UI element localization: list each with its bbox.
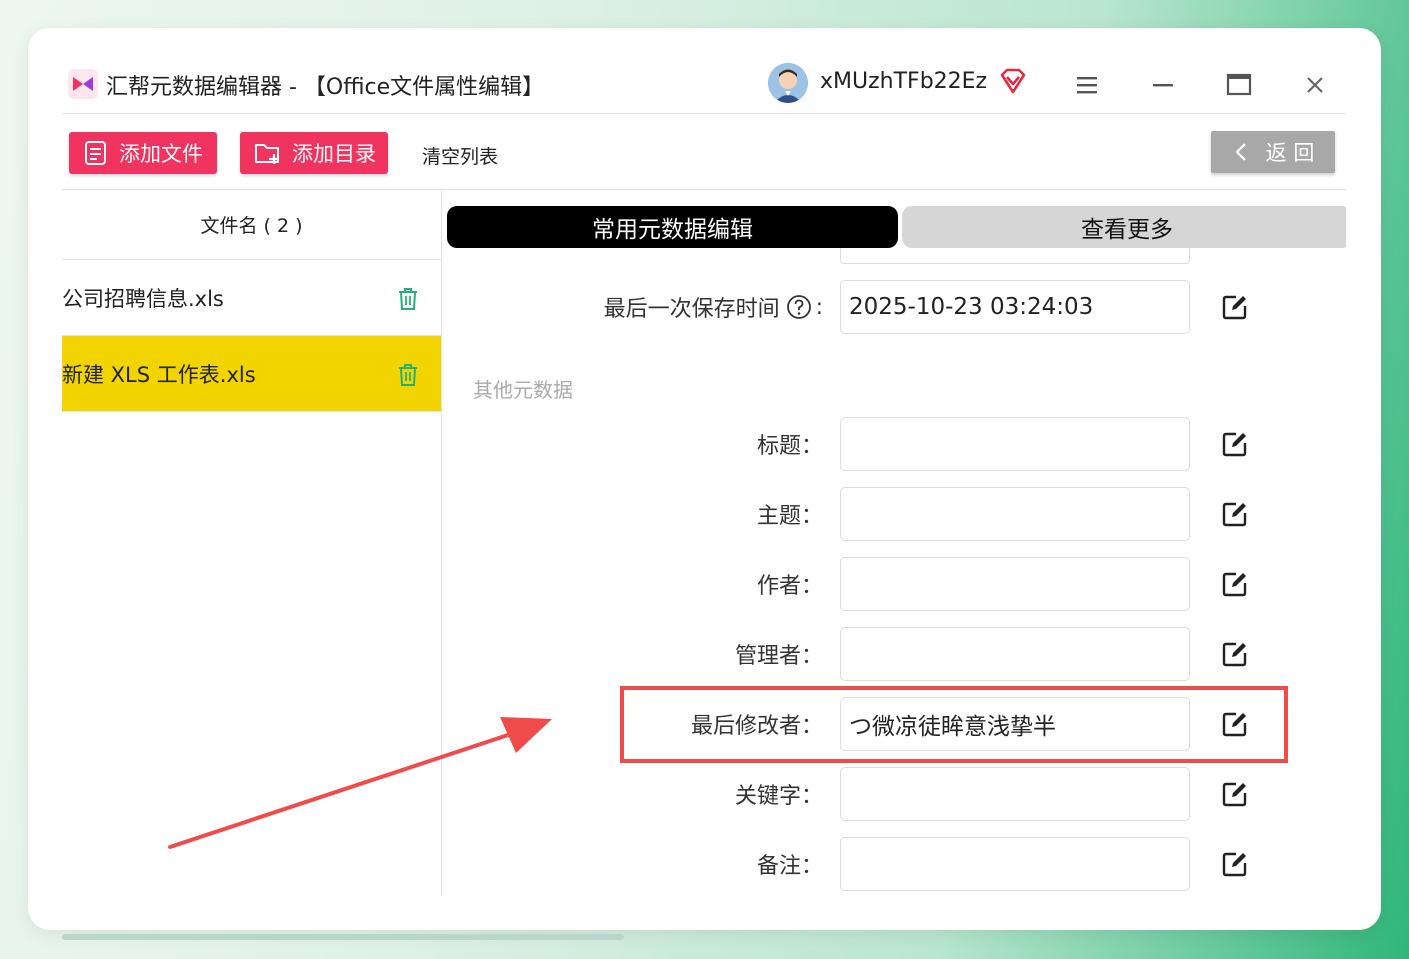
add-directory-label: 添加目录 [292, 142, 376, 166]
keywords-field[interactable] [840, 767, 1190, 821]
tab-view-more[interactable]: 查看更多 [902, 206, 1346, 248]
other-metadata-section-label: 其他元数据 [473, 378, 573, 402]
close-icon[interactable] [1298, 68, 1332, 102]
help-icon[interactable] [786, 294, 812, 320]
edit-icon[interactable] [1221, 500, 1249, 528]
chevron-left-icon [1235, 143, 1246, 161]
file-list-item-selected[interactable]: 新建 XLS 工作表.xls [62, 336, 441, 412]
last-modified-by-label: 最后修改者： [690, 714, 823, 739]
edit-icon[interactable] [1221, 570, 1249, 598]
subject-label: 主题： [756, 504, 823, 529]
author-label: 作者： [756, 574, 823, 599]
last-saved-label: 最后一次保存时间 [603, 297, 780, 322]
tab-common-metadata[interactable]: 常用元数据编辑 [447, 206, 898, 248]
annotation-arrow-icon [168, 717, 552, 849]
add-directory-button[interactable]: 添加目录 [240, 132, 388, 174]
folder-add-icon [255, 144, 279, 164]
maximize-icon[interactable] [1222, 68, 1256, 102]
toolbar: 添加文件 添加目录 清空列表 返 回 [62, 114, 1346, 190]
title-field[interactable] [840, 417, 1190, 471]
back-button[interactable]: 返 回 [1211, 131, 1335, 173]
username[interactable]: xMUzhTFb22Ez [820, 69, 987, 94]
title-bar: 汇帮元数据编辑器 - 【Office文件属性编辑】 xMUzhTFb22Ez [62, 56, 1346, 114]
clear-list-button[interactable]: 清空列表 [422, 142, 498, 169]
subject-field[interactable] [840, 487, 1190, 541]
edit-icon[interactable] [1221, 850, 1249, 878]
edit-icon[interactable] [1221, 293, 1249, 321]
vip-diamond-icon[interactable] [998, 66, 1028, 96]
file-list-item[interactable]: 公司招聘信息.xls [62, 260, 441, 336]
avatar[interactable] [768, 63, 808, 103]
metadata-editor-pane: 常用元数据编辑 查看更多 最后一次保存时间 : 2025-10-23 03:24… [443, 190, 1346, 896]
file-name: 新建 XLS 工作表.xls [62, 362, 256, 387]
comments-field[interactable] [840, 837, 1190, 891]
edit-icon[interactable] [1221, 430, 1249, 458]
manager-label: 管理者： [734, 644, 823, 669]
comments-label: 备注： [756, 854, 823, 879]
app-logo-icon [68, 69, 98, 99]
author-field[interactable] [840, 557, 1190, 611]
user-avatar-icon [768, 63, 808, 103]
horizontal-scrollbar[interactable] [62, 934, 624, 940]
last-saved-field[interactable]: 2025-10-23 03:24:03 [840, 280, 1190, 334]
manager-field[interactable] [840, 627, 1190, 681]
edit-icon[interactable] [1221, 780, 1249, 808]
file-list-icon [85, 141, 106, 165]
title-label: 标题： [756, 434, 823, 459]
file-name: 公司招聘信息.xls [62, 286, 224, 311]
add-file-label: 添加文件 [119, 142, 203, 166]
last-modified-by-field[interactable]: つ微凉徒眸意浅挚半 [840, 697, 1190, 751]
app-title: 汇帮元数据编辑器 - 【Office文件属性编辑】 [106, 75, 545, 100]
scrolled-input-edge [840, 248, 1190, 264]
trash-icon[interactable] [396, 362, 420, 388]
keywords-label: 关键字： [734, 784, 823, 809]
file-list-header: 文件名 ( 2 ) [62, 190, 441, 260]
edit-icon[interactable] [1221, 640, 1249, 668]
trash-icon[interactable] [396, 286, 420, 312]
minimize-icon[interactable] [1146, 68, 1180, 102]
last-saved-label-row: 最后一次保存时间 : [604, 291, 823, 323]
edit-icon[interactable] [1221, 710, 1249, 738]
label-colon: : [815, 294, 823, 320]
add-file-button[interactable]: 添加文件 [69, 132, 217, 174]
back-label: 返 回 [1265, 141, 1315, 165]
menu-icon[interactable] [1070, 68, 1104, 102]
